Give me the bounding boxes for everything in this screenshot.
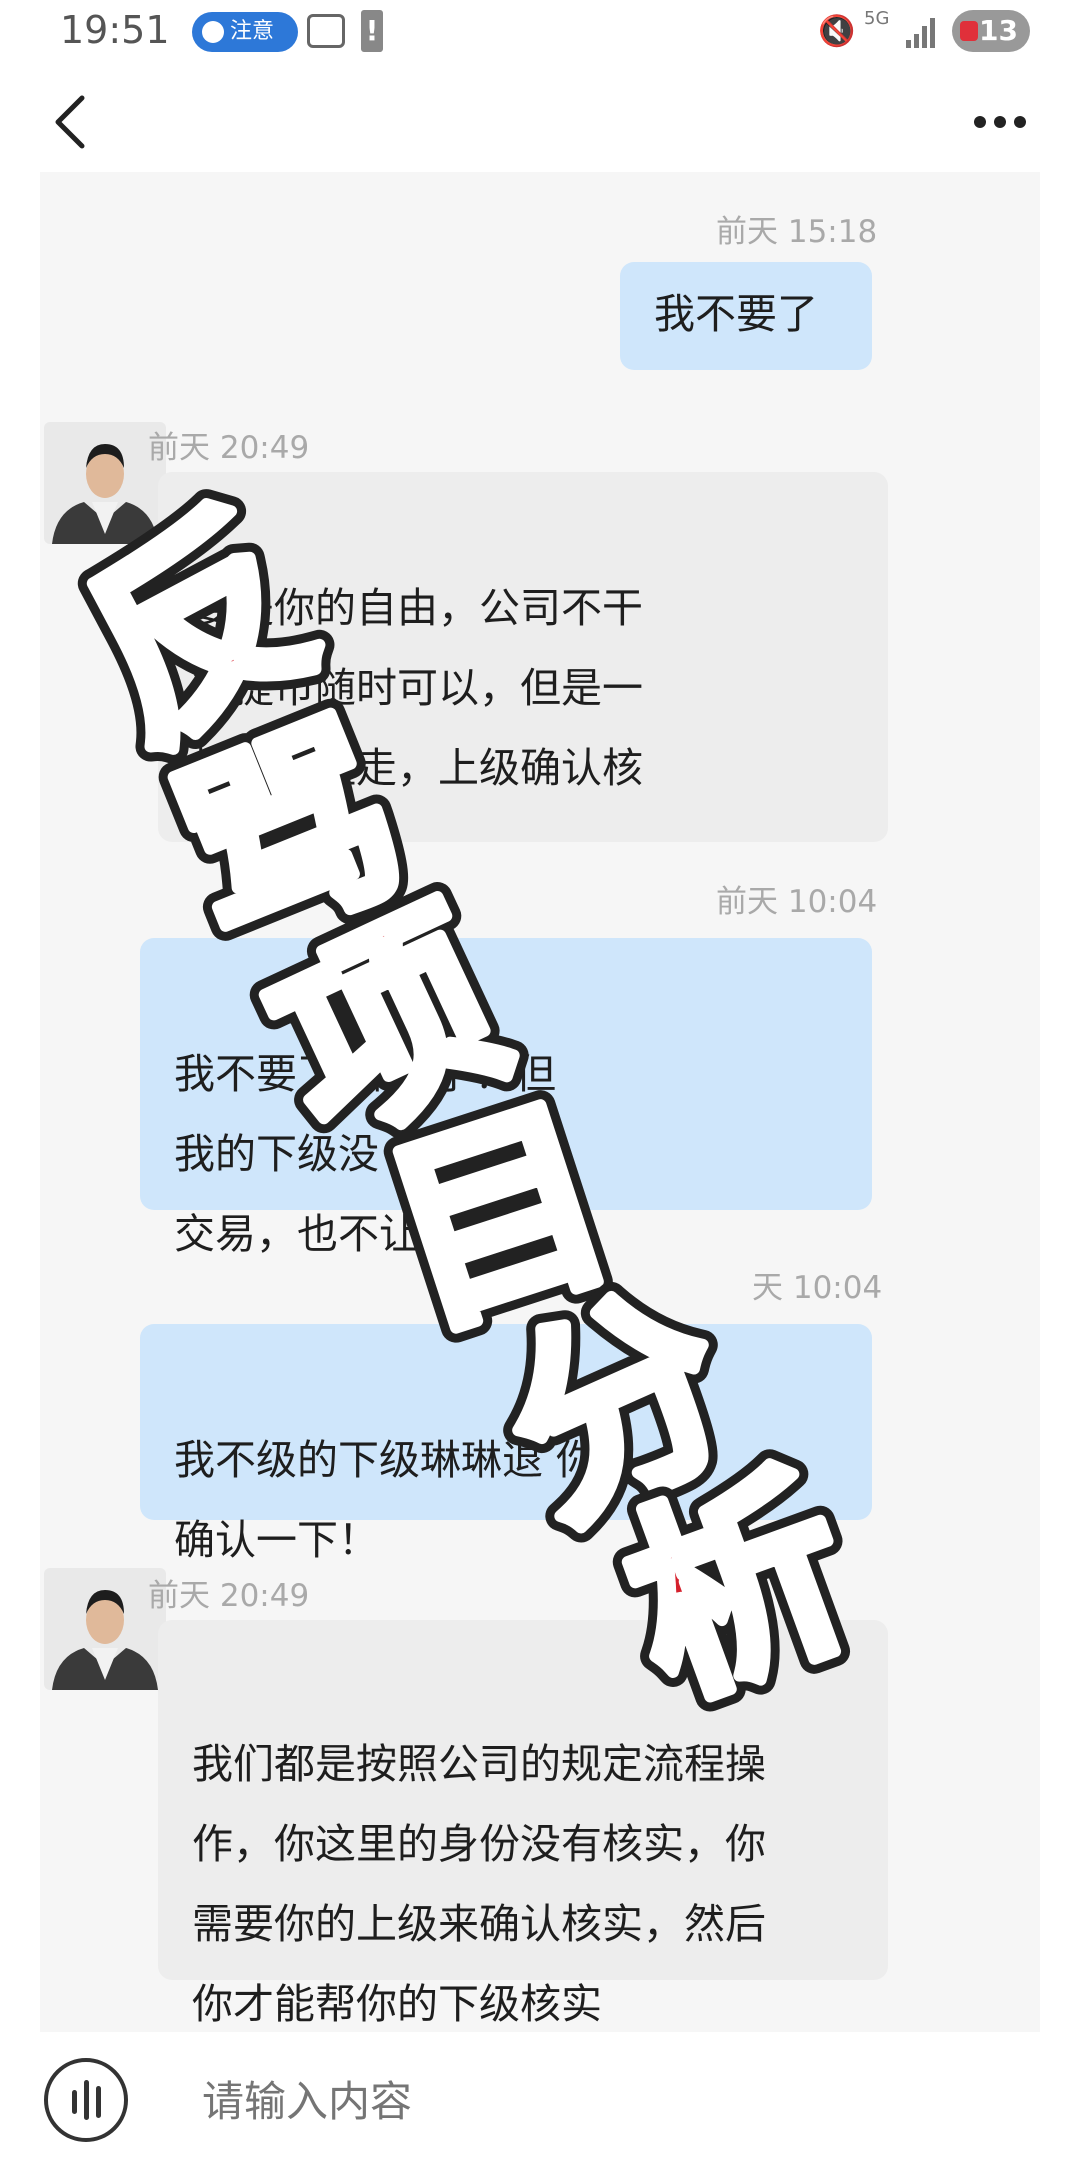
message-bubble-outgoing[interactable]: 我不要了 操作了！但 我的下级没 别人正常 交易，也不让 [140,938,872,1258]
message-input[interactable] [200,2062,964,2140]
message-bubble-incoming[interactable]: 我们都是按照公司的规定流程操 作，你这里的身份没有核实，你 需要你的上级来确认核… [158,1620,888,2028]
more-button[interactable] [968,102,1032,142]
message-text: 我们都是按照公司的规定流程操 作，你这里的身份没有核实，你 需要你的上级来确认核… [192,1740,766,2028]
message-timestamp: 前天 10:04 [716,884,878,920]
back-button[interactable] [44,90,104,150]
status-bar: 19:51 注意 ! 🔇 5G 13 [0,0,1080,70]
message-text: 我不级的下级琳琳退 你 确认一下！ [174,1436,598,1564]
message-input-bar [0,2040,1080,2160]
message-bubble-outgoing[interactable]: 我不要了 [620,262,872,370]
message-bubble-outgoing[interactable]: 我不级的下级琳琳退 你 确认一下！ [140,1324,872,1564]
warning-icon: ! [361,10,383,52]
battery-level: 13 [979,14,1018,47]
compass-icon [202,21,224,43]
battery-icon: 13 [952,10,1030,52]
mute-icon: 🔇 [818,14,856,49]
chat-screenshot: 前天 15:18 我不要了 前天 20:49 要是你的自由，公司不干 想提币随时… [40,172,1040,2032]
notice-pill-label: 注意 [229,19,274,44]
screenshot-icon [307,14,345,48]
message-timestamp: 前天 20:49 [148,1578,310,1614]
message-text: 我不要了 操作了！但 我的下级没 别人正常 交易，也不让 [174,1050,557,1258]
message-bubble-incoming[interactable]: 要是你的自由，公司不干 想提币随时可以，但是一 按定流程走，上级确认核 [158,472,888,842]
message-timestamp: 前天 15:18 [716,214,878,250]
top-nav-bar [0,70,1080,174]
status-time: 19:51 [60,8,170,52]
signal-icon [906,14,942,48]
message-timestamp: 前天 20:49 [148,430,310,466]
more-icon [974,116,986,128]
back-icon [55,95,85,149]
notice-pill: 注意 [192,12,298,52]
message-timestamp: 天 10:04 [752,1270,883,1306]
message-text: 我不要了 [654,290,818,338]
network-type: 5G [864,8,890,29]
voice-icon [72,2090,77,2114]
voice-button[interactable] [44,2058,128,2142]
message-text: 要是你的自由，公司不干 想提币随时可以，但是一 按定流程走，上级确认核 [192,584,643,792]
